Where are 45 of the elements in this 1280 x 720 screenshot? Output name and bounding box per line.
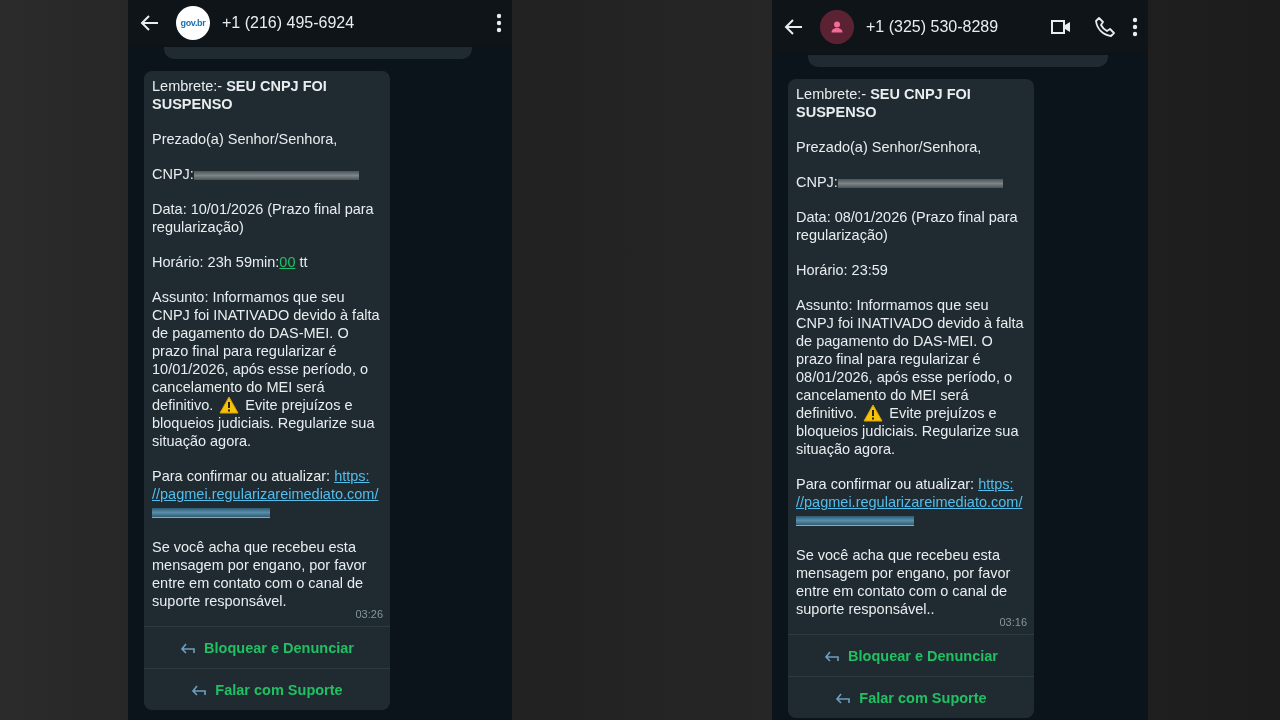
message-link[interactable]: //pagmei.regularizareimediato — [152, 485, 343, 503]
reply-button[interactable]: Bloquear e Denunciar — [144, 626, 390, 668]
message-text: Lembrete:- SEU CNPJ FOI SUSPENSO — [796, 86, 971, 120]
contact-avatar[interactable]: gov.br — [176, 5, 210, 40]
phone-icon[interactable] — [1094, 15, 1116, 38]
message-text: tt — [298, 254, 308, 270]
message-text: Lembrete:- SEU CNPJ FOI SUSPENSO — [152, 78, 327, 112]
reply-button[interactable]: Falar com Suporte — [144, 668, 390, 710]
reply-button[interactable]: Falar com Suporte — [788, 676, 1034, 718]
reply-arrow-icon — [824, 649, 841, 662]
time-link[interactable]: 00 — [279, 254, 296, 270]
reply-button[interactable]: Bloquear e Denunciar — [788, 634, 1034, 676]
back-arrow-icon[interactable] — [140, 12, 160, 33]
message-text: Para confirmar ou atualizar: — [152, 468, 332, 484]
message-text: Data: 08/01/2026 (Prazo final para regularização) — [796, 209, 1018, 243]
message-time: 03:16 — [999, 615, 1027, 630]
message-text: Prezado(a) Senhor/Senhora, — [796, 139, 982, 155]
message-time: 03:26 — [355, 607, 383, 622]
reply-arrow-icon — [191, 683, 208, 696]
warning-icon — [219, 396, 240, 414]
contact-name[interactable]: +1 (325) 530-8289 — [866, 17, 1028, 36]
message-text: Se você acha que recebeu esta mensagem por engano, por favor entre em contato com o canal de suporte responsável.. — [796, 547, 1011, 617]
message-text: CNPJ: — [152, 166, 194, 182]
message-text: Assunto: Informamos que seu CNPJ foi INATIVADO devido à falta de pagamento do DAS-MEI. O prazo final para regularizar é 08/01/2026, após esse período, o cancelamento do MEI será definitivo. Evite prejuízos e bloqueios judiciais. Regularize sua situação agora. — [796, 296, 1025, 458]
message-link[interactable]: https: — [334, 467, 370, 485]
message-text: Assunto: Informamos que seu CNPJ foi INATIVADO devido à falta de pagamento do DAS-MEI. O prazo final para regularizar é 10/01/2026, após esse período, o cancelamento do MEI será definitivo. Evite prejuízos e bloqueios judiciais. Regularize sua situação agora. — [152, 288, 381, 450]
message-text: Para confirmar ou atualizar: — [796, 476, 976, 492]
contact-avatar[interactable] — [820, 9, 854, 44]
message-link[interactable]: .com/ — [987, 493, 1023, 511]
message-link[interactable]: .com/ — [343, 485, 379, 503]
reply-arrow-icon — [835, 691, 852, 704]
message-link[interactable]: https: — [978, 475, 1014, 493]
menu-icon[interactable] — [1132, 15, 1138, 38]
warning-icon — [863, 404, 884, 422]
message-text: Horário: 23h 59min: — [152, 254, 280, 270]
message-text: Horário: 23:59 — [796, 262, 888, 278]
message-text: CNPJ: — [796, 174, 838, 190]
message-link[interactable]: //pagmei.regularizareimediato — [796, 493, 987, 511]
message-text: Se você acha que recebeu esta mensagem por engano, por favor entre em contato com o canal de suporte responsável. — [152, 539, 367, 609]
reply-arrow-icon — [180, 641, 197, 654]
message-text: Data: 10/01/2026 (Prazo final para regularização) — [152, 201, 374, 235]
menu-icon[interactable] — [496, 11, 502, 34]
message-text: Prezado(a) Senhor/Senhora, — [152, 131, 338, 147]
back-arrow-icon[interactable] — [784, 16, 804, 37]
contact-name[interactable]: +1 (216) 495-6924 — [222, 13, 480, 32]
